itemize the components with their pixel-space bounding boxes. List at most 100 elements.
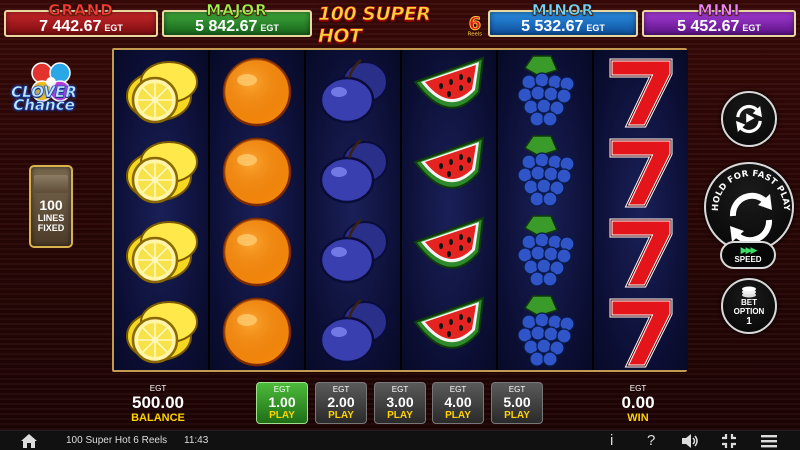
- six-reels-logo-icon: 6 Reels: [468, 13, 482, 38]
- bet-play-label: PLAY: [328, 410, 354, 421]
- lines-count: 100: [39, 197, 63, 213]
- plum-symbol-icon: [313, 212, 393, 290]
- reel-6: [594, 50, 688, 370]
- bet-value: 1.00: [268, 394, 296, 410]
- info-icon[interactable]: i: [610, 432, 613, 450]
- win-display: EGT 0.00 WIN: [606, 384, 670, 424]
- orange-symbol-icon: [217, 132, 297, 210]
- lemon-symbol-icon: [121, 292, 201, 370]
- autoplay-icon: [736, 104, 762, 134]
- balance-label: BALANCE: [131, 412, 185, 424]
- bet-option-button[interactable]: BET OPTION 1: [721, 278, 777, 334]
- reel-3: [306, 50, 400, 370]
- seven-symbol-icon: [601, 292, 681, 370]
- jackpot-mini-value: 5 452.67: [677, 17, 740, 35]
- grapes-symbol-icon: [505, 292, 585, 370]
- grapes-symbol-icon: [505, 212, 585, 290]
- jackpot-major: MAJOR 5 842.67 EGT: [162, 1, 312, 37]
- coins-icon: [742, 286, 756, 297]
- reels-area: [112, 48, 688, 372]
- reel-1: [114, 50, 208, 370]
- seven-symbol-icon: [601, 212, 681, 290]
- bet-value: 4.00: [444, 394, 472, 410]
- jackpot-minor: MINOR 5 532.67 EGT: [488, 1, 638, 37]
- fullscreen-icon[interactable]: [720, 432, 738, 450]
- bet-value: 2.00: [327, 394, 355, 410]
- jackpot-grand-currency: EGT: [104, 22, 123, 33]
- plum-symbol-icon: [313, 292, 393, 370]
- clover-chance-logo-text: CLOVER Chance: [4, 84, 84, 114]
- jackpot-mini-title: MINI: [697, 1, 741, 20]
- sound-icon[interactable]: [680, 432, 700, 450]
- jackpot-major-currency: EGT: [260, 22, 279, 33]
- jackpot-minor-title: MINOR: [531, 1, 595, 20]
- game-logo-text: 100 SUPER HOT: [318, 3, 432, 48]
- jackpot-grand: GRAND 7 442.67 EGT: [4, 1, 158, 37]
- lines-label-1: LINES: [37, 213, 65, 223]
- bet-button-2[interactable]: EGT 2.00 PLAY: [315, 382, 367, 424]
- jackpot-major-title: MAJOR: [206, 1, 268, 20]
- orange-symbol-icon: [217, 212, 297, 290]
- game-logo: 100 SUPER HOT 6 Reels: [318, 3, 484, 48]
- seven-symbol-icon: [601, 132, 681, 210]
- win-label: WIN: [627, 412, 649, 424]
- win-value: 0.00: [621, 393, 655, 412]
- bet-option-label-2: OPTION: [733, 306, 765, 316]
- bet-play-label: PLAY: [445, 410, 471, 421]
- status-bar: 100 Super Hot 6 Reels 11:43 i ?: [0, 430, 800, 450]
- reel-5: [498, 50, 592, 370]
- watermelon-symbol-icon: [409, 52, 489, 130]
- bet-play-label: PLAY: [504, 410, 530, 421]
- clover-logo-line2: Chance: [13, 96, 75, 114]
- jackpot-minor-value: 5 532.67: [521, 17, 584, 35]
- speed-button[interactable]: ▶▶▶ SPEED: [720, 241, 776, 269]
- lemon-symbol-icon: [121, 52, 201, 130]
- reel-4: [402, 50, 496, 370]
- plum-symbol-icon: [313, 52, 393, 130]
- bet-currency: EGT: [508, 385, 526, 394]
- jackpot-grand-title: GRAND: [48, 1, 114, 20]
- bet-button-1[interactable]: EGT 1.00 PLAY: [256, 382, 308, 424]
- spin-button[interactable]: HOLD FOR FAST PLAY: [704, 162, 794, 252]
- bet-value: 3.00: [386, 394, 414, 410]
- spin-arrows-icon: [729, 192, 773, 244]
- balance-value: 500.00: [132, 393, 184, 412]
- bet-button-4[interactable]: EGT 4.00 PLAY: [432, 382, 484, 424]
- jackpot-mini-currency: EGT: [742, 22, 761, 33]
- clock-time: 11:43: [184, 435, 209, 446]
- reel-2: [210, 50, 304, 370]
- spin-hold-label: HOLD FOR FAST PLAY: [711, 169, 791, 212]
- balance-display: EGT 500.00 BALANCE: [120, 384, 196, 424]
- bottom-panel: EGT 500.00 BALANCE EGT 1.00 PLAY EGT 2.0…: [0, 378, 800, 428]
- bet-option-label-1: BET: [741, 297, 757, 307]
- autoplay-button[interactable]: [721, 91, 777, 147]
- orange-symbol-icon: [217, 52, 297, 130]
- bet-button-3[interactable]: EGT 3.00 PLAY: [374, 382, 426, 424]
- game-name: 100 Super Hot 6 Reels: [66, 435, 168, 446]
- bet-play-label: PLAY: [269, 410, 295, 421]
- plum-symbol-icon: [313, 132, 393, 210]
- grapes-symbol-icon: [505, 52, 585, 130]
- jackpot-minor-currency: EGT: [586, 22, 605, 33]
- jackpot-grand-value: 7 442.67: [39, 17, 102, 35]
- lemon-symbol-icon: [121, 132, 201, 210]
- game-stage: GRAND 7 442.67 EGT MAJOR 5 842.67 EGT 10…: [0, 0, 800, 450]
- bet-currency: EGT: [273, 385, 291, 394]
- bet-currency: EGT: [391, 385, 409, 394]
- bet-button-5[interactable]: EGT 5.00 PLAY: [491, 382, 543, 424]
- watermelon-symbol-icon: [409, 212, 489, 290]
- menu-icon[interactable]: [760, 432, 778, 450]
- jackpot-mini: MINI 5 452.67 EGT: [642, 1, 796, 37]
- lines-fixed-indicator: 100 LINES FIXED: [29, 165, 73, 248]
- lines-label-2: FIXED: [37, 223, 65, 233]
- help-icon[interactable]: ?: [647, 432, 655, 450]
- home-icon[interactable]: [20, 433, 38, 449]
- watermelon-symbol-icon: [409, 132, 489, 210]
- bet-currency: EGT: [449, 385, 467, 394]
- fast-forward-icon: ▶▶▶: [740, 244, 758, 255]
- bet-value: 5.00: [503, 394, 531, 410]
- jackpot-major-value: 5 842.67: [195, 17, 258, 35]
- jackpot-bar: GRAND 7 442.67 EGT MAJOR 5 842.67 EGT 10…: [0, 0, 800, 48]
- bet-option-value: 1: [746, 315, 752, 327]
- seven-symbol-icon: [601, 52, 681, 130]
